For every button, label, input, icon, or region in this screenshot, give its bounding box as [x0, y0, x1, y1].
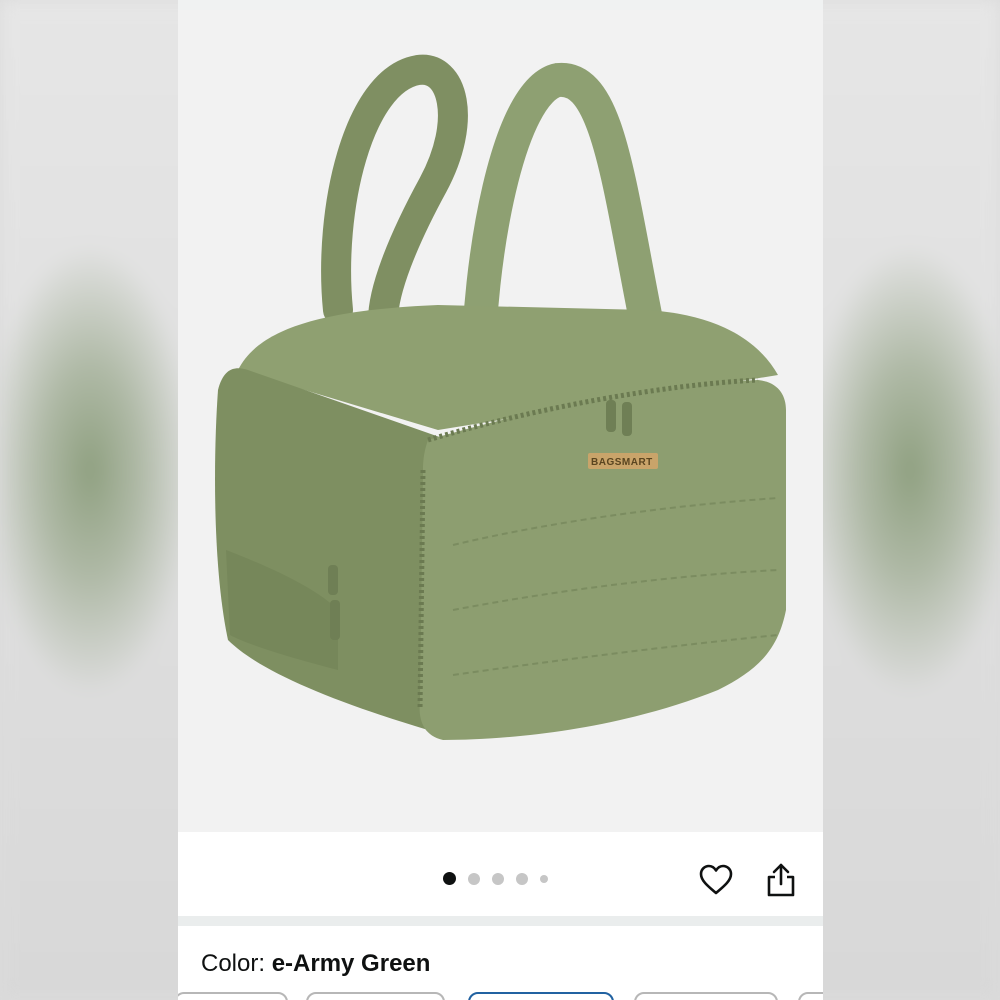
- color-swatch[interactable]: [306, 992, 445, 1000]
- share-icon: [767, 863, 795, 897]
- bag-illustration: [215, 54, 786, 740]
- carousel-dot-5[interactable]: [540, 874, 548, 883]
- carousel-dot-3[interactable]: [492, 872, 504, 885]
- carousel-controls: [178, 832, 823, 916]
- carousel-dot-1[interactable]: [443, 872, 456, 885]
- carousel-dots: [443, 872, 548, 885]
- color-swatch-selected[interactable]: [468, 992, 614, 1000]
- carousel-dot-4[interactable]: [516, 872, 528, 885]
- color-label: Color:: [201, 950, 272, 977]
- section-divider: [178, 916, 823, 926]
- share-button[interactable]: [761, 860, 801, 900]
- color-swatches: [178, 992, 823, 1000]
- color-swatch[interactable]: [798, 992, 823, 1000]
- color-selection: Color: e-Army Green: [201, 950, 430, 978]
- color-value: e-Army Green: [271, 950, 431, 977]
- wishlist-button[interactable]: [696, 860, 736, 900]
- product-page: BAGSMART Color: e-Army Green: [178, 0, 823, 1000]
- color-swatch[interactable]: [178, 992, 288, 1000]
- color-swatch[interactable]: [634, 992, 778, 1000]
- top-bar: [178, 0, 823, 10]
- brand-tag-text: BAGSMART: [591, 457, 653, 468]
- carousel-dot-2[interactable]: [468, 872, 480, 885]
- product-image[interactable]: BAGSMART: [178, 10, 823, 832]
- heart-icon: [699, 864, 733, 895]
